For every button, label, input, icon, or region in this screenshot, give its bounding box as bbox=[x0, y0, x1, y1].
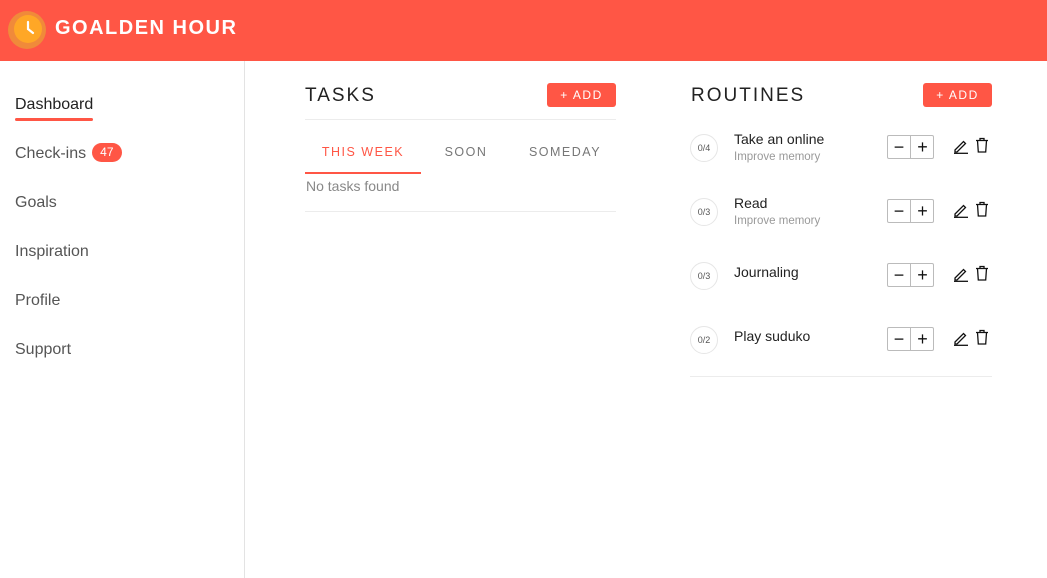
decrement-button[interactable]: − bbox=[888, 264, 911, 286]
empty-tasks-message: No tasks found bbox=[306, 178, 400, 194]
tab-this-week[interactable]: THIS WEEK bbox=[305, 144, 421, 160]
routine-name: Journaling bbox=[734, 264, 799, 280]
routine-item: 0/4 Take an online Improve memory − + bbox=[690, 131, 992, 183]
routine-goal: Improve memory bbox=[734, 151, 821, 163]
tasks-title: TASKS bbox=[305, 85, 376, 106]
routine-progress-counter: 0/4 bbox=[690, 134, 718, 162]
routine-item: 0/3 Read Improve memory − + bbox=[690, 195, 992, 247]
add-task-button[interactable]: + ADD bbox=[547, 83, 616, 107]
add-routine-button[interactable]: + ADD bbox=[923, 83, 992, 107]
trash-icon[interactable] bbox=[975, 137, 989, 153]
increment-button[interactable]: + bbox=[911, 200, 934, 222]
app-title: GOALDEN HOUR bbox=[55, 17, 238, 39]
routine-name: Take an online bbox=[734, 131, 825, 147]
active-tab-indicator bbox=[305, 172, 421, 174]
sidebar-item-label: Profile bbox=[15, 292, 61, 309]
trash-icon[interactable] bbox=[975, 265, 989, 281]
sidebar-item-profile[interactable]: Profile bbox=[15, 288, 60, 314]
decrement-button[interactable]: − bbox=[888, 136, 911, 158]
increment-button[interactable]: + bbox=[911, 264, 934, 286]
edit-icon[interactable] bbox=[953, 330, 969, 346]
routine-progress-counter: 0/3 bbox=[690, 262, 718, 290]
routine-name: Read bbox=[734, 195, 768, 211]
sidebar-item-goals[interactable]: Goals bbox=[15, 190, 57, 216]
decrement-button[interactable]: − bbox=[888, 200, 911, 222]
routines-title: ROUTINES bbox=[691, 85, 806, 106]
sidebar-item-label: Check-ins bbox=[15, 145, 87, 162]
decrement-button[interactable]: − bbox=[888, 328, 911, 350]
routine-name: Play suduko bbox=[734, 328, 811, 344]
routine-stepper: − + bbox=[887, 135, 934, 159]
tab-soon[interactable]: SOON bbox=[426, 144, 506, 160]
top-bar: GOALDEN HOUR bbox=[0, 0, 1047, 61]
sidebar-item-dashboard[interactable]: Dashboard bbox=[15, 92, 94, 121]
sidebar-item-label: Support bbox=[15, 341, 72, 358]
trash-icon[interactable] bbox=[975, 201, 989, 217]
divider bbox=[690, 376, 992, 377]
sidebar-item-label: Dashboard bbox=[15, 96, 94, 113]
routine-item: 0/3 Journaling − + bbox=[690, 259, 992, 311]
check-ins-count-badge: 47 bbox=[92, 143, 122, 163]
sidebar-item-inspiration[interactable]: Inspiration bbox=[15, 239, 89, 265]
routine-stepper: − + bbox=[887, 199, 934, 223]
sidebar-item-support[interactable]: Support bbox=[15, 337, 71, 363]
edit-icon[interactable] bbox=[953, 138, 969, 154]
increment-button[interactable]: + bbox=[911, 328, 934, 350]
routine-item: 0/2 Play suduko − + bbox=[690, 323, 992, 375]
sidebar: Dashboard Check-ins 47 Goals Inspiration … bbox=[0, 61, 245, 578]
edit-icon[interactable] bbox=[953, 202, 969, 218]
trash-icon[interactable] bbox=[975, 329, 989, 345]
routine-progress-counter: 0/2 bbox=[690, 326, 718, 354]
divider bbox=[305, 211, 616, 212]
sidebar-item-label: Goals bbox=[15, 194, 57, 211]
edit-icon[interactable] bbox=[953, 266, 969, 282]
tab-someday[interactable]: SOMEDAY bbox=[515, 144, 615, 160]
divider bbox=[305, 119, 616, 120]
routine-stepper: − + bbox=[887, 327, 934, 351]
routine-progress-counter: 0/3 bbox=[690, 198, 718, 226]
increment-button[interactable]: + bbox=[911, 136, 934, 158]
routine-stepper: − + bbox=[887, 263, 934, 287]
routine-goal: Improve memory bbox=[734, 215, 821, 227]
sidebar-item-check-ins[interactable]: Check-ins 47 bbox=[15, 141, 122, 167]
sidebar-item-label: Inspiration bbox=[15, 243, 89, 260]
clock-icon[interactable] bbox=[7, 10, 47, 50]
